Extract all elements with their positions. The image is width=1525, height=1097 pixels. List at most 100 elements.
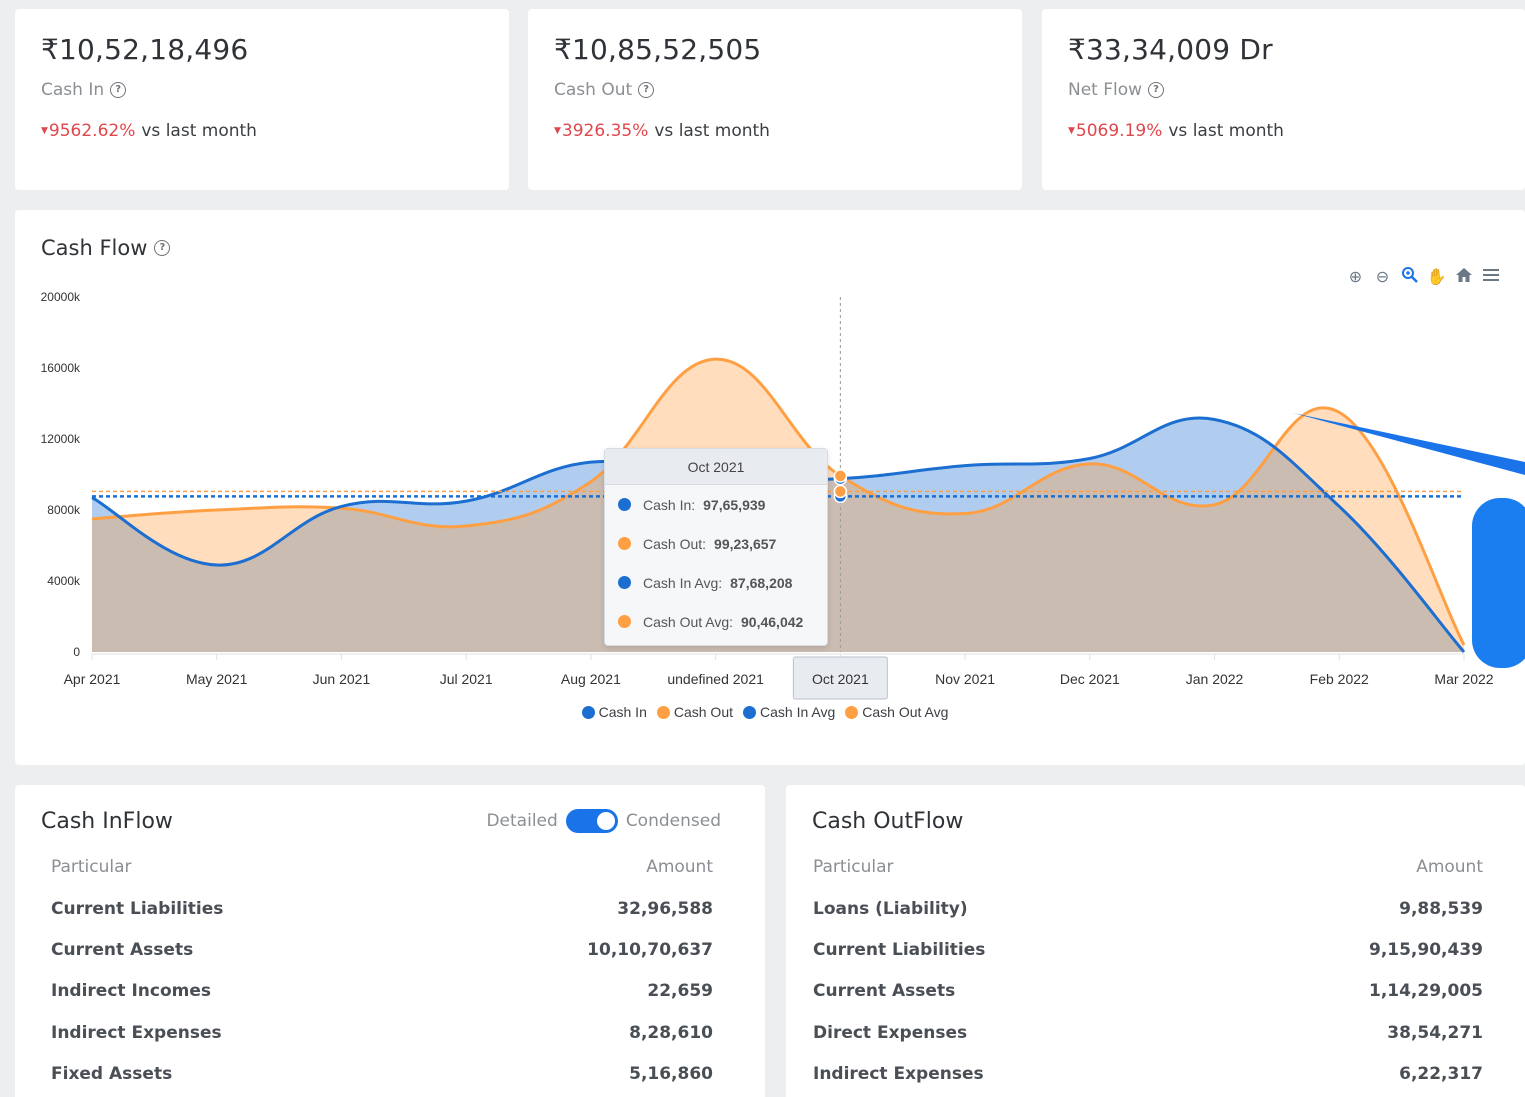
tooltip-row: Cash Out Avg: 90,46,042 [605, 602, 827, 641]
x-tick-label: Dec 2021 [1060, 671, 1120, 687]
col-header-amount: Amount [646, 857, 713, 877]
selection-handle-block [1472, 498, 1525, 668]
x-tick-label: Jun 2021 [313, 671, 371, 687]
kpi-card-net-flow: ₹33,34,009 Dr Net Flow? ▼ 5069.19% vs last… [1042, 9, 1525, 190]
table-row-particular: Direct Expenses [813, 1022, 968, 1043]
table-row-amount: 32,96,588 [617, 899, 713, 919]
caret-down-icon: ▼ [554, 126, 561, 136]
kpi-label: Net Flow? [1068, 80, 1165, 100]
caret-down-icon: ▼ [1068, 126, 1075, 136]
trend-percent: 9562.62% [48, 121, 136, 141]
help-icon[interactable]: ? [1148, 82, 1165, 98]
col-header-amount: Amount [1416, 857, 1483, 877]
legend-marker [656, 705, 670, 719]
table-row-particular: Indirect Expenses [813, 1063, 984, 1084]
tooltip-marker [618, 537, 631, 550]
table-row-amount: 9,88,539 [1399, 899, 1483, 919]
kpi-trend: ▼ 3926.35% vs last month [554, 121, 770, 141]
y-tick-label: 12000k [41, 432, 81, 446]
x-tick-label: Apr 2021 [64, 671, 121, 687]
table-row-particular: Indirect Incomes [51, 981, 212, 1002]
trend-percent: 5069.19% [1075, 121, 1163, 141]
trend-down: ▼ 9562.62% [41, 121, 135, 141]
tooltip-label: Cash Out Avg: [643, 613, 734, 630]
trend-percent: 3926.35% [561, 121, 649, 141]
kpi-trend: ▼ 9562.62% vs last month [41, 121, 257, 141]
y-tick-label: 4000k [47, 574, 81, 588]
x-tick-label: Mar 2022 [1434, 671, 1493, 687]
toggle-label-condensed[interactable]: Condensed [626, 811, 721, 831]
tooltip-label: Cash In: [643, 496, 696, 513]
caret-down-icon: ▼ [41, 126, 48, 136]
hover-marker [833, 484, 848, 499]
help-icon[interactable]: ? [110, 82, 127, 98]
x-tick-label: Feb 2022 [1310, 671, 1369, 687]
cash-flow-card: Cash Flow? ⊕ ⊖ ✋ 20000k 16000k 12000k 8000k… [15, 210, 1525, 765]
x-tick-label: undefined 2021 [667, 671, 764, 687]
col-header-particular: Particular [51, 857, 132, 877]
table-row-amount: 9,15,90,439 [1368, 940, 1483, 961]
table-row-particular: Current Assets [813, 981, 956, 1002]
table-row-amount: 38,54,271 [1387, 1022, 1483, 1043]
legend-marker [581, 705, 595, 719]
tooltip-value: 97,65,939 [703, 496, 766, 513]
trend-suffix: vs last month [1168, 121, 1284, 141]
legend-label: Cash In [598, 704, 647, 720]
tooltip-marker [618, 615, 631, 628]
y-tick-label: 8000k [47, 503, 81, 517]
kpi-label-text: Cash In [41, 80, 105, 100]
x-tick-label: Jul 2021 [440, 671, 493, 687]
table-row-particular: Current Assets [51, 940, 194, 961]
help-icon[interactable]: ? [638, 82, 655, 98]
table-row-amount: 6,22,317 [1399, 1063, 1483, 1084]
tooltip-value: 90,46,042 [741, 613, 804, 630]
chart-legend: Cash In Cash Out Cash In Avg Cash Out Avg [15, 704, 1515, 720]
tooltip-row: Cash In Avg: 87,68,208 [605, 563, 827, 602]
legend-label: Cash In Avg [760, 704, 836, 720]
table-row-particular: Indirect Expenses [51, 1022, 222, 1043]
legend-item[interactable]: Cash In Avg [743, 704, 835, 720]
kpi-label-text: Net Flow [1068, 80, 1143, 100]
legend-label: Cash Out [673, 704, 733, 720]
chart-tooltip: Oct 2021 Cash In: 97,65,939 Cash Out: 99,23… [604, 448, 828, 646]
table-row-amount: 22,659 [647, 981, 713, 1002]
tooltip-label: Cash In Avg: [643, 574, 723, 591]
table-row-amount: 8,28,610 [629, 1022, 713, 1043]
detailed-condensed-switch[interactable] [565, 809, 618, 833]
tooltip-marker [618, 576, 631, 589]
table-row-particular: Loans (Liability) [813, 899, 968, 919]
tooltip-value: 87,68,208 [730, 574, 793, 591]
table-row-amount: 10,10,70,637 [587, 940, 713, 961]
legend-label: Cash Out Avg [862, 704, 949, 720]
kpi-label-text: Cash Out [554, 80, 633, 100]
trend-suffix: vs last month [141, 121, 257, 141]
table-row-amount: 5,16,860 [629, 1063, 713, 1084]
legend-item[interactable]: Cash Out [656, 704, 733, 720]
trend-down: ▼ 3926.35% [554, 121, 648, 141]
legend-item[interactable]: Cash Out Avg [845, 704, 948, 720]
tooltip-value: 99,23,657 [714, 535, 777, 552]
tooltip-label: Cash Out: [643, 535, 707, 552]
kpi-amount: ₹10,85,52,505 [554, 33, 762, 66]
col-header-particular: Particular [813, 857, 894, 877]
view-toggle: Detailed Condensed [486, 809, 721, 833]
tooltip-row: Cash Out: 99,23,657 [605, 524, 827, 563]
legend-marker [845, 705, 859, 719]
table-row-amount: 1,14,29,005 [1368, 981, 1483, 1002]
table-row-particular: Current Liabilities [51, 899, 224, 919]
table-row-particular: Current Liabilities [813, 940, 986, 961]
tooltip-row: Cash In: 97,65,939 [605, 485, 827, 524]
toggle-label-detailed[interactable]: Detailed [486, 811, 557, 831]
kpi-card-cash-out: ₹10,85,52,505 Cash Out? ▼ 3926.35% vs last… [528, 9, 1022, 190]
x-tick-label: Oct 2021 [812, 671, 869, 687]
trend-down: ▼ 5069.19% [1068, 121, 1162, 141]
trend-suffix: vs last month [654, 121, 770, 141]
kpi-card-cash-in: ₹10,52,18,496 Cash In? ▼ 9562.62% vs last … [15, 9, 509, 190]
tooltip-title: Oct 2021 [605, 449, 827, 485]
table-row-particular: Fixed Assets [51, 1063, 173, 1084]
inflow-title: Cash InFlow [41, 809, 173, 834]
cash-outflow-card: Cash OutFlow Particular Amount Loans (Li… [786, 785, 1525, 1097]
outflow-title: Cash OutFlow [812, 809, 964, 834]
legend-item[interactable]: Cash In [581, 704, 647, 720]
x-tick-label: Aug 2021 [561, 671, 621, 687]
